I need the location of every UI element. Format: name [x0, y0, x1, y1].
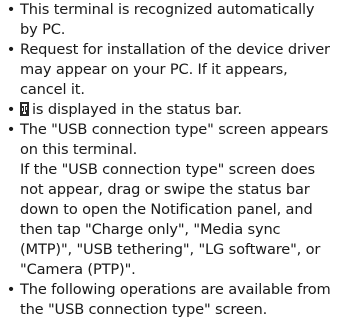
- bullet-dot: •: [6, 281, 16, 298]
- bullet-item-connection-type-screen: • The "USB connection type" screen appea…: [6, 120, 336, 280]
- bullet-text: This terminal is recognized automaticall…: [20, 1, 315, 38]
- bullet-dot: •: [6, 121, 16, 138]
- bullet-note: If the "USB connection type" screen does…: [20, 161, 321, 278]
- usb-status-icon: [20, 102, 29, 116]
- bullet-paragraph: is displayed in the status bar.: [20, 100, 336, 120]
- bullet-dot: •: [6, 41, 16, 58]
- bullet-item-available-operations: • The following operations are available…: [6, 280, 336, 320]
- bullet-text: The following operations are available f…: [20, 281, 331, 318]
- bullet-list: • This terminal is recognized automatica…: [6, 0, 336, 320]
- bullet-item-status-bar: • is displayed in the status bar.: [6, 100, 336, 120]
- bullet-text: The "USB connection type" screen appears…: [20, 121, 329, 158]
- bullet-text: is displayed in the status bar.: [32, 101, 242, 118]
- bullet-dot: •: [6, 101, 16, 118]
- bullet-item-driver-install: • Request for installation of the device…: [6, 40, 336, 100]
- bullet-text: Request for installation of the device d…: [20, 41, 330, 98]
- bullet-dot: •: [6, 1, 16, 18]
- instruction-document: • This terminal is recognized automatica…: [0, 0, 340, 320]
- bullet-item-auto-recognition: • This terminal is recognized automatica…: [6, 0, 336, 40]
